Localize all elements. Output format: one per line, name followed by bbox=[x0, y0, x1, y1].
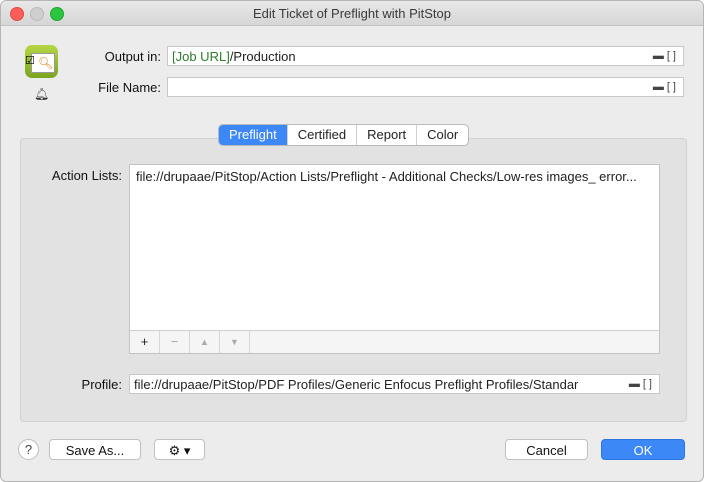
bracket-icon[interactable]: [] bbox=[667, 81, 679, 93]
move-up-button[interactable]: ▲ bbox=[190, 331, 220, 353]
remove-button[interactable]: − bbox=[160, 331, 190, 353]
file-name-field[interactable]: ▬[] bbox=[167, 77, 684, 97]
output-variable: [Job URL] bbox=[172, 49, 230, 64]
save-as-button[interactable]: Save As... bbox=[49, 439, 141, 460]
tab-certified[interactable]: Certified bbox=[288, 125, 358, 145]
output-in-value: [Job URL]/Production bbox=[172, 49, 296, 64]
output-path: /Production bbox=[229, 49, 296, 64]
help-button[interactable]: ? bbox=[18, 439, 39, 460]
file-name-label: File Name: bbox=[98, 80, 161, 95]
bracket-icon[interactable]: [] bbox=[643, 378, 655, 390]
folder-icon[interactable]: ▬ bbox=[629, 378, 643, 390]
folder-icon[interactable]: ▬ bbox=[653, 81, 667, 93]
ok-button[interactable]: OK bbox=[601, 439, 685, 460]
pitstop-app-icon: ☑ 🔍︎ bbox=[25, 45, 58, 78]
bell-icon[interactable]: 🔔︎ bbox=[34, 87, 49, 101]
tab-bar: Preflight Certified Report Color bbox=[218, 124, 470, 146]
output-in-field[interactable]: [Job URL]/Production ▬[] bbox=[167, 46, 684, 66]
add-button[interactable]: + bbox=[130, 331, 160, 353]
action-lists-box[interactable]: file://drupaae/PitStop/Action Lists/Pref… bbox=[129, 164, 660, 354]
title-bar: Edit Ticket of Preflight with PitStop bbox=[1, 1, 703, 26]
list-toolbar: + − ▲ ▼ bbox=[130, 330, 659, 353]
tab-preflight[interactable]: Preflight bbox=[219, 125, 288, 145]
output-in-label: Output in: bbox=[104, 49, 161, 64]
folder-icon[interactable]: ▬ bbox=[653, 50, 667, 62]
dialog-window: Edit Ticket of Preflight with PitStop ☑ … bbox=[0, 0, 704, 482]
tab-report[interactable]: Report bbox=[357, 125, 418, 145]
magnifier-icon: 🔍︎ bbox=[38, 56, 54, 70]
checkmark-icon: ☑ bbox=[25, 55, 35, 67]
list-item[interactable]: file://drupaae/PitStop/Action Lists/Pref… bbox=[136, 169, 656, 184]
cancel-button[interactable]: Cancel bbox=[505, 439, 588, 460]
profile-label: Profile: bbox=[81, 377, 122, 392]
move-down-button[interactable]: ▼ bbox=[220, 331, 250, 353]
bracket-icon[interactable]: [] bbox=[667, 50, 679, 62]
tab-color[interactable]: Color bbox=[417, 125, 468, 145]
window-title: Edit Ticket of Preflight with PitStop bbox=[253, 6, 451, 21]
profile-field[interactable]: file://drupaae/PitStop/PDF Profiles/Gene… bbox=[129, 374, 660, 394]
profile-value: file://drupaae/PitStop/PDF Profiles/Gene… bbox=[134, 377, 579, 392]
action-lists-label: Action Lists: bbox=[51, 168, 122, 183]
gear-menu-button[interactable]: ⚙ ▾ bbox=[154, 439, 205, 460]
